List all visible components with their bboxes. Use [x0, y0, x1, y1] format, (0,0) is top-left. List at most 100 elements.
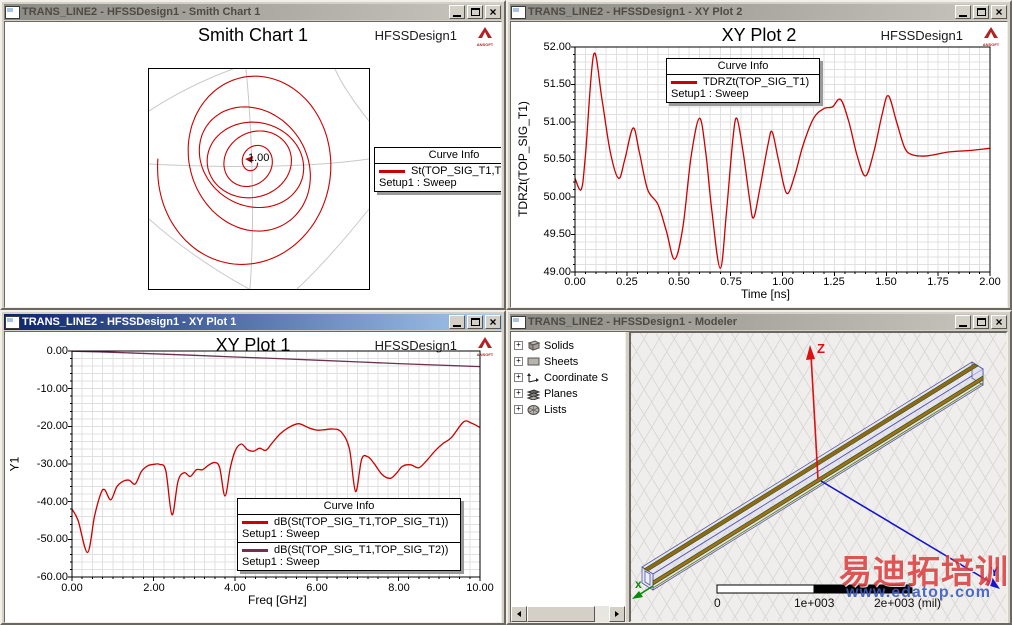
legend-header: Curve Info [238, 499, 460, 515]
x-axis-arrow-icon [632, 591, 643, 599]
minimize-button[interactable] [955, 315, 971, 329]
titlebar-xy-plot-1[interactable]: TRANS_LINE2 - HFSSDesign1 - XY Plot 1 × [4, 314, 502, 330]
horizontal-scrollbar[interactable] [511, 606, 625, 622]
maximize-icon [470, 318, 480, 326]
close-button[interactable]: × [485, 315, 501, 329]
smith-plot-canvas[interactable] [148, 68, 370, 290]
close-button[interactable]: × [485, 5, 501, 19]
scrollbar-track[interactable] [595, 606, 609, 622]
titlebar-modeler[interactable]: TRANS_LINE2 - HFSSDesign1 - Modeler × [510, 314, 1008, 330]
scrollbar-thumb[interactable] [527, 606, 595, 622]
curve-info-legend[interactable]: Curve Info St(TOP_SIG_T1,T Setup1 : Swee… [374, 147, 502, 192]
xy-plot-1-canvas[interactable] [5, 332, 502, 620]
tree-item-planes[interactable]: + Planes [514, 386, 578, 401]
maximize-button[interactable] [467, 5, 483, 19]
maximize-icon [976, 8, 986, 16]
maximize-button[interactable] [467, 315, 483, 329]
y-axis-label: Y1 [7, 456, 22, 472]
scale-tick-1: 1e+003 [794, 596, 835, 610]
maximize-button[interactable] [973, 315, 989, 329]
y-axis-label: TDRZt(TOP_SIG_T1) [516, 101, 530, 217]
xy-plot-1-content: XY Plot 1 HFSSDesign1 ANSOFT 0.00 -10.00… [4, 331, 502, 623]
tree-item-lists[interactable]: + Lists [514, 402, 567, 417]
legend-entry: St(TOP_SIG_T1,T Setup1 : Sweep [375, 164, 502, 191]
ansoft-logo-icon: ANSOFT [475, 25, 495, 47]
x-tick: 2.00 [979, 276, 1001, 288]
x-tick: 1.75 [927, 276, 949, 288]
legend-entry: dB(St(TOP_SIG_T1,TOP_SIG_T1)) Setup1 : S… [238, 515, 460, 542]
expand-icon[interactable]: + [514, 373, 523, 382]
minimize-button[interactable] [449, 5, 465, 19]
modeler-content: + Solids + Sheets + Coordinate S + Plane… [510, 331, 1008, 623]
y-tick: -10.00 [36, 383, 68, 395]
solids-icon [527, 340, 541, 351]
curve-setup: Setup1 : Sweep [242, 528, 320, 540]
legend-entry: dB(St(TOP_SIG_T1,TOP_SIG_T2)) Setup1 : S… [238, 542, 460, 570]
maximize-icon [976, 318, 986, 326]
window-title: TRANS_LINE2 - HFSSDesign1 - Modeler [528, 316, 738, 328]
curve-name: TDRZt(TOP_SIG_T1) [703, 76, 810, 88]
model-hollow [644, 570, 651, 586]
curve-info-legend[interactable]: Curve Info TDRZt(TOP_SIG_T1) Setup1 : Sw… [666, 58, 820, 103]
close-icon: × [995, 315, 1003, 329]
y-tick: 50.50 [543, 153, 571, 165]
window-icon [5, 315, 20, 329]
modeler-3d-view[interactable]: Z Y x 0 1e+003 2e+003 (mil) 易迪拓培训 www.ed… [630, 332, 1007, 622]
legend-header: Curve Info [375, 148, 501, 164]
curve-color-sample [379, 169, 405, 173]
x-axis-label: Time [ns] [741, 287, 790, 301]
y-tick: -50.00 [36, 533, 68, 545]
minimize-button[interactable] [449, 315, 465, 329]
window-icon [511, 315, 526, 329]
window-icon [511, 5, 526, 19]
x-tick: 1.25 [823, 276, 845, 288]
y-tick: 51.00 [543, 116, 571, 128]
curve-setup: Setup1 : Sweep [242, 556, 320, 568]
titlebar-xy-plot-2[interactable]: TRANS_LINE2 - HFSSDesign1 - XY Plot 2 × [510, 4, 1008, 20]
titlebar-smith-chart[interactable]: TRANS_LINE2 - HFSSDesign1 - Smith Chart … [4, 4, 502, 20]
close-button[interactable]: × [991, 315, 1007, 329]
x-tick: 1.50 [875, 276, 897, 288]
minimize-button[interactable] [955, 5, 971, 19]
lists-icon [527, 404, 540, 415]
sheets-icon [527, 357, 540, 366]
design-label: HFSSDesign1 [374, 28, 457, 43]
curve-setup: Setup1 : Sweep [671, 88, 749, 100]
curve-info-legend[interactable]: Curve Info dB(St(TOP_SIG_T1,TOP_SIG_T1))… [237, 498, 461, 571]
window-xy-plot-1: TRANS_LINE2 - HFSSDesign1 - XY Plot 1 × … [0, 310, 506, 625]
maximize-icon [470, 8, 480, 16]
maximize-button[interactable] [973, 5, 989, 19]
window-title: TRANS_LINE2 - HFSSDesign1 - XY Plot 2 [528, 6, 743, 18]
scroll-right-button[interactable] [609, 606, 625, 622]
tree-item-solids[interactable]: + Solids [514, 338, 574, 353]
close-button[interactable]: × [991, 5, 1007, 19]
window-icon [5, 5, 20, 19]
x-tick: 8.00 [388, 582, 410, 594]
expand-icon[interactable]: + [514, 389, 523, 398]
tree-item-sheets[interactable]: + Sheets [514, 354, 578, 369]
smith-center-label: 1.00 [248, 152, 270, 164]
tree-item-coordinate-systems[interactable]: + Coordinate S [514, 370, 608, 385]
model-top-trace [643, 363, 979, 572]
curve-name: St(TOP_SIG_T1,T [411, 165, 502, 177]
x-axis-label: Freq [GHz] [248, 593, 307, 607]
expand-icon[interactable]: + [514, 341, 523, 350]
close-icon: × [489, 315, 497, 329]
legend-header: Curve Info [667, 59, 819, 75]
window-smith-chart: TRANS_LINE2 - HFSSDesign1 - Smith Chart … [0, 0, 506, 310]
scroll-left-button[interactable] [511, 606, 527, 622]
y-tick: 50.00 [543, 191, 571, 203]
x-tick: 0.00 [61, 582, 83, 594]
curve-color-sample [242, 520, 268, 524]
y-tick: 49.50 [543, 228, 571, 240]
expand-icon[interactable]: + [514, 405, 523, 414]
coordinate-systems-icon [527, 372, 539, 382]
scale-bar-white [716, 584, 815, 594]
y-tick: 0.00 [46, 345, 68, 357]
close-icon: × [489, 5, 497, 19]
expand-icon[interactable]: + [514, 357, 523, 366]
window-modeler: TRANS_LINE2 - HFSSDesign1 - Modeler × + … [506, 310, 1012, 625]
x-tick: 10.00 [466, 582, 494, 594]
y-tick: 52.00 [543, 41, 571, 53]
planes-icon [526, 388, 541, 400]
